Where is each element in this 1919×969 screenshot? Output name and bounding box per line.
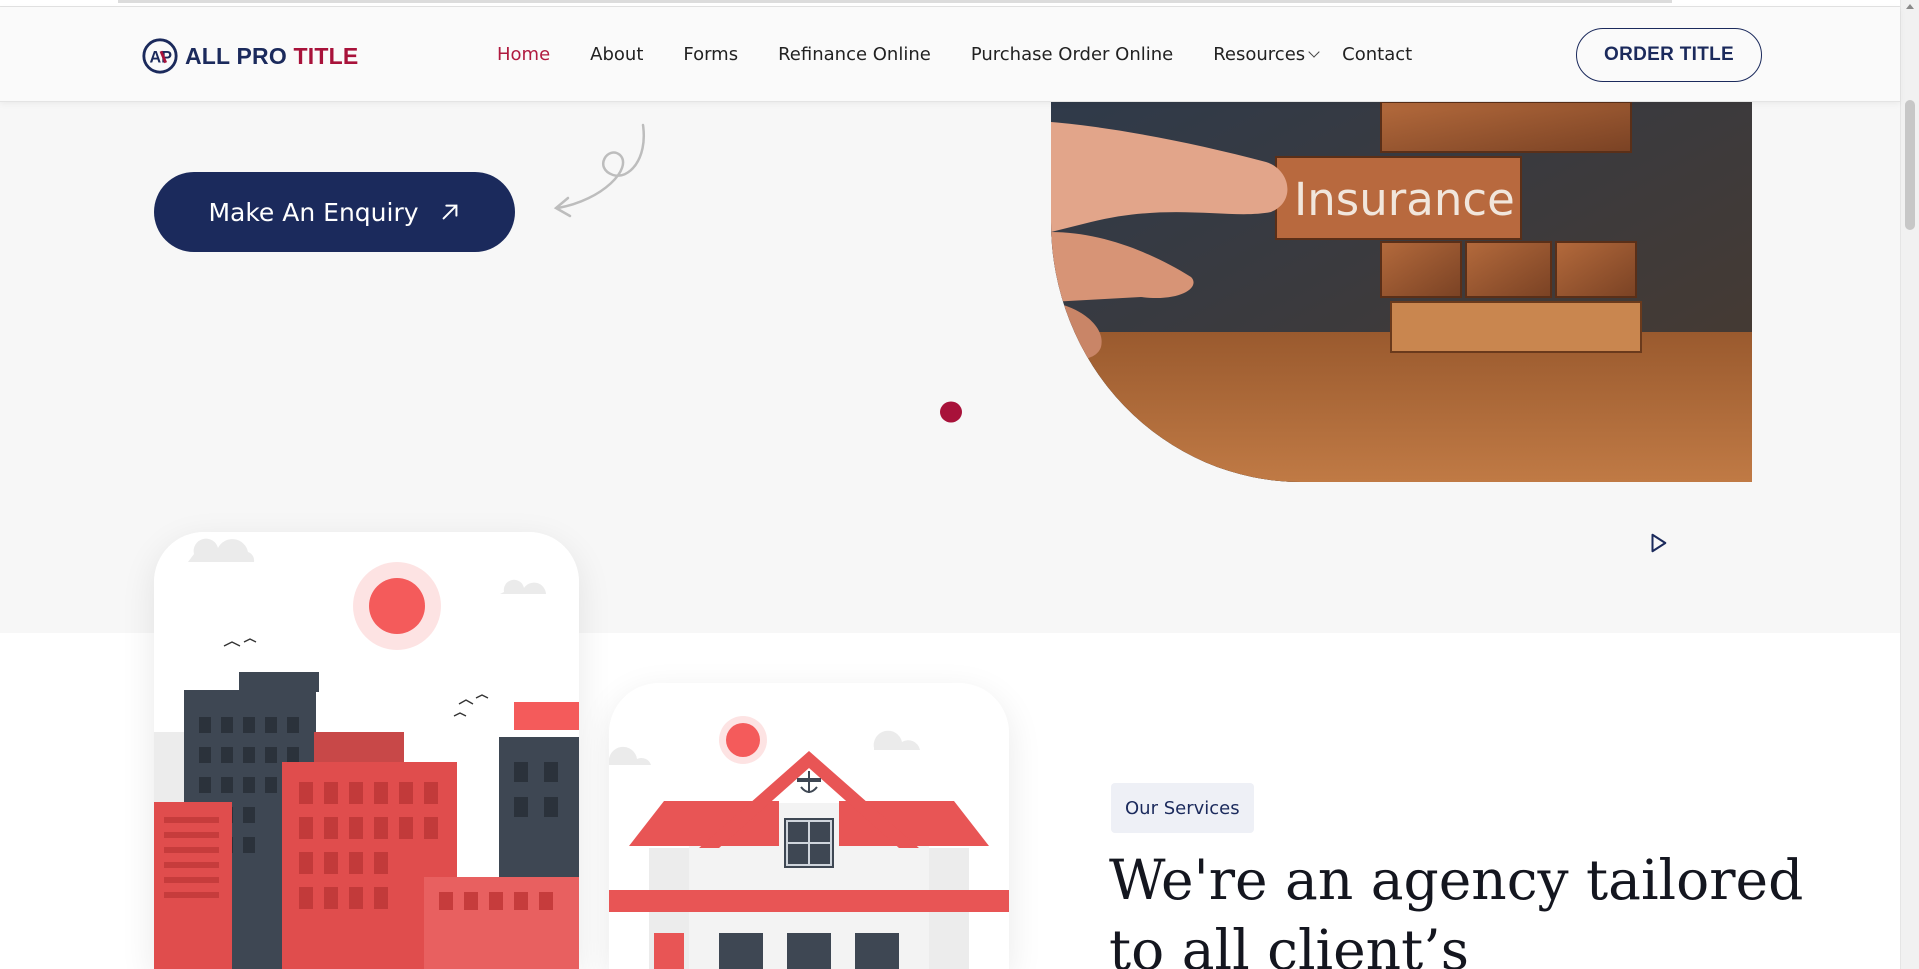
logo-name-part1: ALL PRO xyxy=(185,42,287,69)
insurance-blocks-image: Insurance xyxy=(1051,102,1752,482)
nav-purchase-order-online[interactable]: Purchase Order Online xyxy=(971,44,1173,65)
decorative-red-dot xyxy=(940,401,962,423)
services-heading: We're an agency tailored to all client’s xyxy=(1109,848,1804,969)
play-icon[interactable] xyxy=(1647,532,1669,554)
scroll-up-arrow-icon[interactable] xyxy=(1906,4,1914,9)
main-nav: Home About Forms Refinance Online Purcha… xyxy=(497,7,1452,102)
house-illustration-card xyxy=(609,683,1009,969)
scroll-thumb[interactable] xyxy=(1905,100,1915,230)
nav-home[interactable]: Home xyxy=(497,44,550,65)
nav-forms[interactable]: Forms xyxy=(683,44,738,65)
curly-arrow-doodle xyxy=(553,123,646,218)
site-header: AP ALL PRO TITLE Home About Forms Refina… xyxy=(0,7,1900,102)
make-enquiry-button[interactable]: Make An Enquiry xyxy=(154,172,515,252)
nav-resources[interactable]: Resources xyxy=(1213,44,1320,65)
nav-contact[interactable]: Contact xyxy=(1342,44,1412,65)
logo-mark-icon: AP xyxy=(142,38,178,74)
make-enquiry-label: Make An Enquiry xyxy=(208,197,419,227)
site-logo[interactable]: AP ALL PRO TITLE xyxy=(141,37,358,75)
browser-top-strip xyxy=(0,0,1900,7)
nav-refinance-online[interactable]: Refinance Online xyxy=(778,44,931,65)
services-tag: Our Services xyxy=(1111,783,1254,833)
arrow-up-right-icon xyxy=(442,204,457,220)
nav-resources-label: Resources xyxy=(1213,44,1306,65)
order-title-button[interactable]: ORDER TITLE xyxy=(1576,28,1762,82)
insurance-block-text: Insurance xyxy=(1294,173,1515,226)
top-strip-bar xyxy=(118,0,1672,3)
logo-name-part2: TITLE xyxy=(293,42,359,69)
page-scrollbar[interactable] xyxy=(1900,0,1919,969)
city-illustration-card xyxy=(154,532,579,969)
chevron-down-icon xyxy=(1308,46,1320,58)
nav-about[interactable]: About xyxy=(590,44,643,65)
logo-text: ALL PRO TITLE xyxy=(185,43,358,70)
